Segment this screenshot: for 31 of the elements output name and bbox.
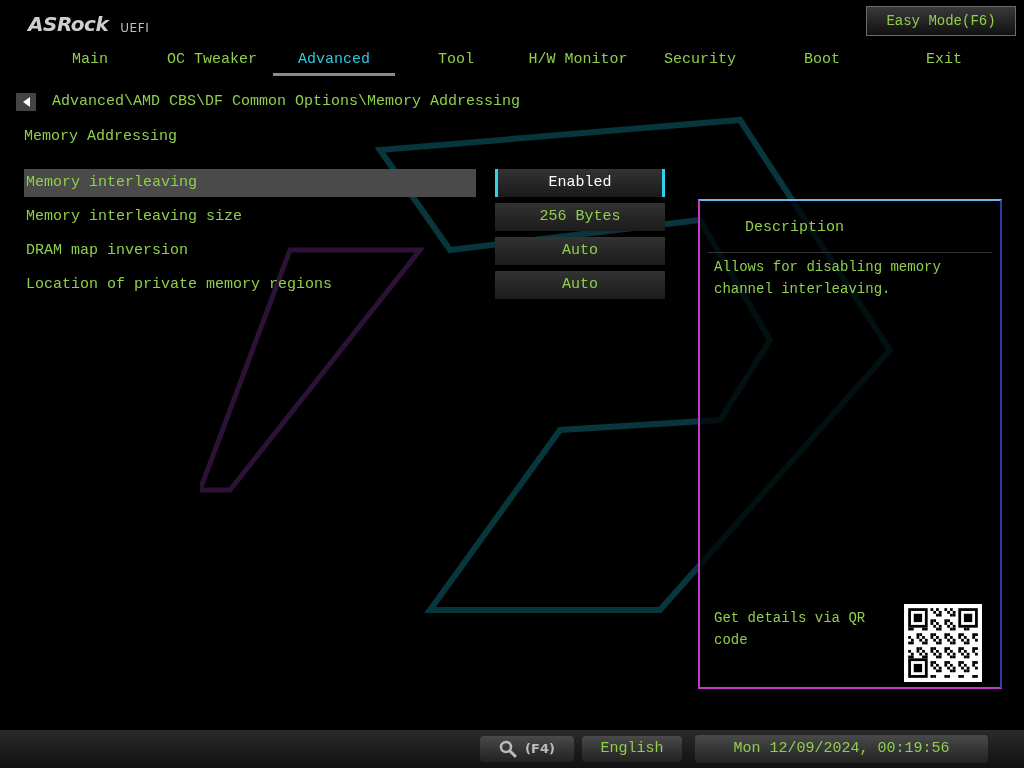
menu-tab[interactable]: Security — [639, 48, 761, 76]
breadcrumb-path: Advanced\AMD CBS\DF Common Options\Memory Addressing — [52, 91, 521, 112]
setting-label[interactable]: Memory interleaving size — [24, 203, 476, 231]
setting-label[interactable]: DRAM map inversion — [24, 237, 476, 265]
setting-value[interactable]: Enabled — [495, 169, 665, 197]
description-title: Description — [708, 201, 992, 253]
uefi-label: UEFI — [120, 22, 150, 34]
menu-tab[interactable]: Advanced — [273, 48, 395, 76]
menu-tab[interactable]: Tool — [395, 48, 517, 76]
menu-tab[interactable]: Exit — [883, 48, 1005, 76]
setting-label[interactable]: Location of private memory regions — [24, 271, 476, 299]
back-button[interactable] — [16, 93, 36, 111]
menu-tab[interactable]: Boot — [761, 48, 883, 76]
setting-value[interactable]: Auto — [495, 271, 665, 299]
brand-logo: ASRock — [28, 14, 109, 34]
setting-label[interactable]: Memory interleaving — [24, 169, 476, 197]
menu-tab[interactable]: H/W Monitor — [517, 48, 639, 76]
setting-value[interactable]: Auto — [495, 237, 665, 265]
language-button[interactable]: English — [582, 736, 682, 762]
date-time: Mon 12/09/2024, 00:19:56 — [695, 735, 988, 763]
easy-mode-button[interactable]: Easy Mode(F6) — [866, 6, 1016, 36]
description-text: Allows for disabling memory channel interleaving. — [713, 257, 942, 299]
section-title: Memory Addressing — [24, 128, 178, 145]
search-button[interactable]: (F4) — [480, 736, 574, 762]
menu-tab[interactable]: Main — [29, 48, 151, 76]
left-arrow-icon — [22, 97, 30, 107]
setting-value[interactable]: 256 Bytes — [495, 203, 665, 231]
search-icon — [499, 740, 518, 758]
menu-tab[interactable]: OC Tweaker — [151, 48, 273, 76]
qr-caption: Get details via QR code — [714, 609, 867, 650]
search-shortcut: (F4) — [525, 740, 555, 759]
